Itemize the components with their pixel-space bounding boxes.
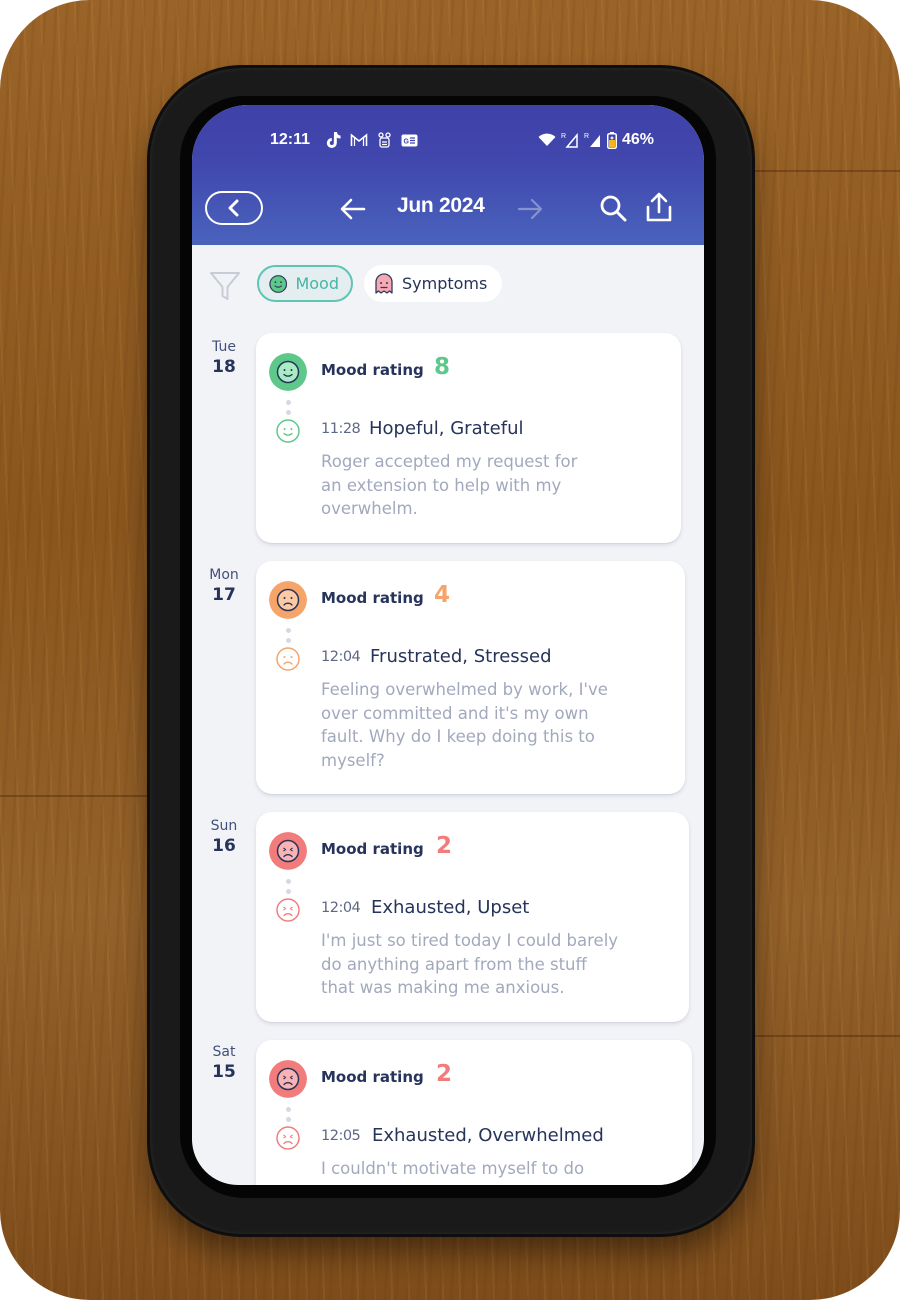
ghost-icon [375,272,393,294]
timeline-dot [286,1117,291,1122]
entry-note: I'm just so tired today I could barely d… [321,931,619,997]
upset-face-outline-icon [276,898,300,922]
back-button[interactable] [205,191,263,225]
day-label: Sun 16 [202,818,246,856]
timeline-dot [286,879,291,884]
timeline-dot [286,628,291,633]
filter-chip-label: Mood [295,274,339,293]
timeline-dot [286,400,291,405]
app-icon [378,132,391,148]
upset-face-outline-icon [276,1126,300,1150]
funnel-icon[interactable] [208,269,242,303]
day-number: 18 [212,357,236,377]
share-button[interactable] [644,191,674,223]
day-number: 15 [212,1062,236,1082]
entry-time: 12:04 [321,900,361,916]
search-button[interactable] [598,193,628,223]
entry-time: 11:28 [321,421,361,437]
tiktok-icon [326,132,341,148]
signal-roaming-icon: R [584,133,600,147]
entry-note: Feeling overwhelmed by work, I've over c… [321,680,608,770]
timeline-dot [286,889,291,894]
mood-rating-value: 4 [434,582,451,608]
day-of-week: Tue [212,339,236,355]
sad-face-outline-icon [276,647,300,671]
svg-text:R: R [561,133,566,140]
month-title: Jun 2024 [397,194,485,217]
plank-seam [740,170,900,172]
mood-rating-label: Mood rating [321,589,424,607]
plank-seam [740,1035,900,1037]
timeline-dot [286,1107,291,1112]
mood-rating-label: Mood rating [321,1068,424,1086]
mood-entry-card[interactable]: Mood rating 2 12:05 Exhausted, Overwhelm… [256,1040,692,1185]
battery-percent: 46% [621,131,654,148]
upset-face-icon [269,1060,307,1098]
mood-rating-label: Mood rating [321,840,424,858]
day-number: 16 [212,836,236,856]
filter-bar: Mood Symptoms [192,265,704,305]
mood-rating-value: 2 [436,1061,453,1087]
mood-entry-card[interactable]: Mood rating 2 12:04 Exhausted, Upset I'm… [256,812,689,1022]
battery-charging-icon [606,131,617,149]
notification-icons: G [325,129,418,151]
previous-month-button[interactable] [338,194,368,224]
status-bar: 12:11 G R R 46% [192,129,704,153]
app-header: 12:11 G R R 46% Jun 2024 [192,105,704,245]
smiley-outline-icon [276,419,300,443]
timeline-dot [286,410,291,415]
day-number: 17 [212,585,236,605]
upset-face-icon [269,832,307,870]
day-label: Sat 15 [202,1044,246,1082]
filter-chip-mood[interactable]: Mood [257,265,353,302]
next-month-button[interactable] [515,194,545,224]
smiley-icon [269,353,307,391]
entry-emotions: Hopeful, Grateful [369,418,524,439]
month-navigation: Jun 2024 [192,189,704,229]
entry-time: 12:05 [321,1128,361,1144]
mood-entry-card[interactable]: Mood rating 4 12:04 Frustrated, Stressed… [256,561,685,794]
status-time: 12:11 [270,131,311,148]
wifi-icon [538,133,556,146]
smiley-icon [269,274,288,293]
system-indicators: R R 46% [538,129,654,151]
day-of-week: Sun [210,818,238,834]
gmail-icon [350,133,368,146]
day-label: Tue 18 [202,339,246,377]
phone-screen: 12:11 G R R 46% Jun 2024 Mood Symptoms T… [192,105,704,1185]
mood-rating-value: 8 [434,354,451,380]
svg-text:R: R [584,133,589,140]
plank-seam [0,795,170,797]
mood-rating-value: 2 [436,833,453,859]
entry-emotions: Exhausted, Upset [371,897,530,918]
entry-emotions: Exhausted, Overwhelmed [372,1125,604,1146]
signal-roaming-icon: R [561,132,578,148]
entry-note: Roger accepted my request for an extensi… [321,452,578,518]
mood-entry-card[interactable]: Mood rating 8 11:28 Hopeful, Grateful Ro… [256,333,681,543]
filter-chip-label: Symptoms [402,274,488,293]
sad-face-icon [269,581,307,619]
mood-rating-label: Mood rating [321,361,424,379]
day-of-week: Sat [212,1044,236,1060]
filter-chip-symptoms[interactable]: Symptoms [364,265,502,302]
entry-time: 12:04 [321,649,361,665]
day-label: Mon 17 [202,567,246,605]
chevron-left-icon [228,199,239,217]
timeline-dot [286,638,291,643]
svg-text:G: G [404,138,410,145]
news-icon: G [401,134,418,146]
entry-emotions: Frustrated, Stressed [370,646,552,667]
entry-note: I couldn't motivate myself to do [321,1159,585,1178]
day-of-week: Mon [209,567,239,583]
